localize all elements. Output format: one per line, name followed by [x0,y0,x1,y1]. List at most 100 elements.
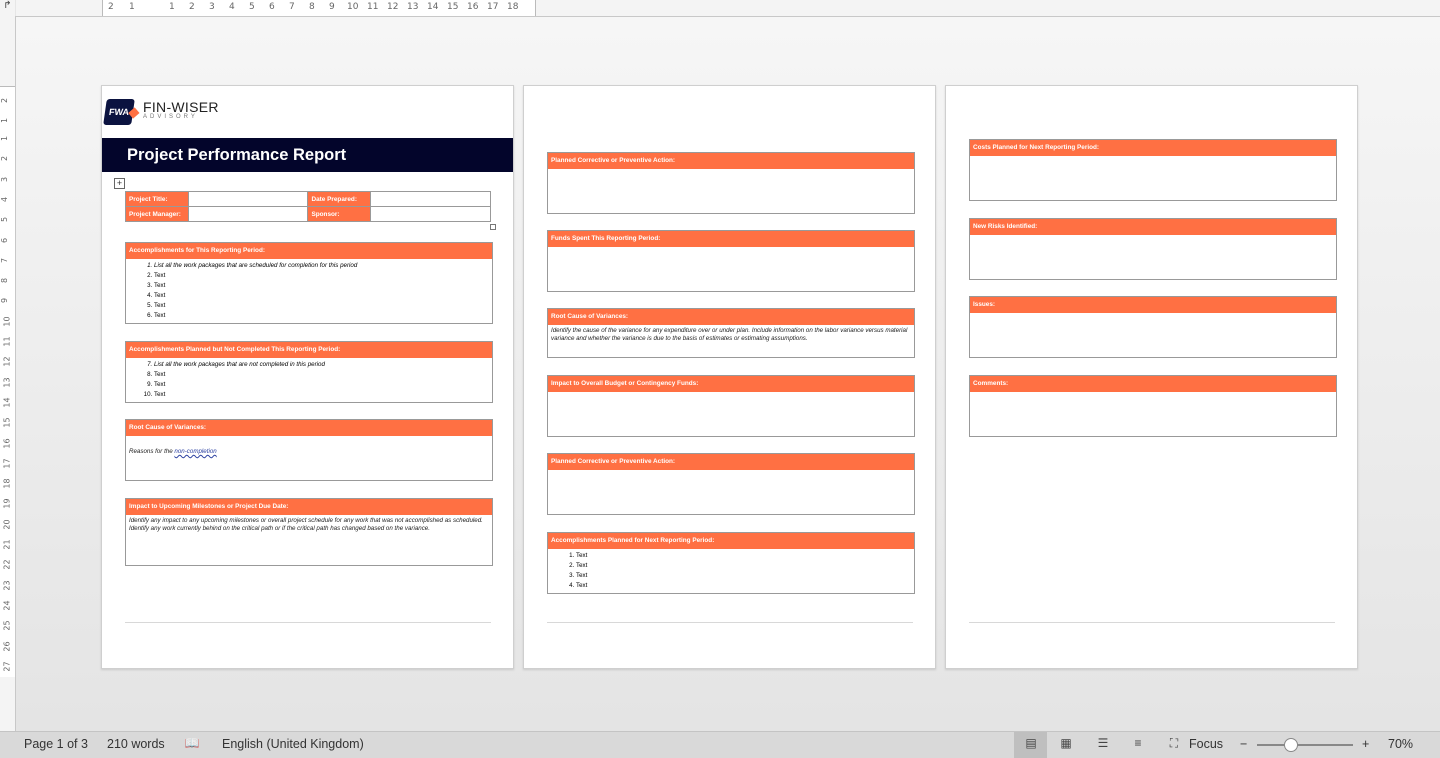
funds-spent-section[interactable]: Funds Spent This Reporting Period: [547,230,915,292]
focus-label[interactable]: Focus [1189,737,1223,751]
zoom-slider-track[interactable] [1257,744,1353,746]
accomplishments-next-period[interactable]: Accomplishments Planned for Next Reporti… [547,532,915,594]
root-cause-section[interactable]: Root Cause of Variances: Reasons for the… [125,419,493,481]
zoom-out-button[interactable]: − [1240,737,1247,751]
ruler-tick: 23 [2,580,12,591]
project-manager-label: Project Manager: [125,206,189,222]
comments-section[interactable]: Comments: [969,375,1337,437]
issues-section[interactable]: Issues: [969,296,1337,358]
web-layout-icon[interactable]: ▦ [1058,736,1074,750]
page-1[interactable]: FWA FIN-WISER ADVISORY Project Performan… [101,85,514,669]
list-item[interactable]: Text [154,380,492,390]
ruler-tick: 9 [0,298,10,304]
print-layout-icon[interactable]: ▤ [1023,736,1039,750]
list-item[interactable]: Text [154,271,492,281]
ruler-tick: 18 [2,478,12,489]
ruler-tick: 16 [467,2,479,12]
list-item[interactable]: Text [154,311,492,321]
corrective-action-section[interactable]: Planned Corrective or Preventive Action: [547,152,915,214]
vertical-ruler[interactable]: 2 1 1 2 3 4 5 6 7 8 9 10 11 12 13 14 15 16 17 18 19 20 21 22 23 2… [0,16,16,731]
section-header: Costs Planned for Next Reporting Period: [970,140,1336,156]
word-count[interactable]: 210 words [107,737,165,751]
ruler-tick: 1 [129,2,135,12]
ruler-tick: 2 [189,2,195,12]
list-item[interactable]: Text [576,551,914,561]
footer-divider [969,622,1335,623]
root-cause-variances-section[interactable]: Root Cause of Variances: Identify the ca… [547,308,915,358]
ruler-tick: 3 [0,176,10,182]
section-header: Accomplishments for This Reporting Perio… [126,243,492,259]
horizontal-ruler[interactable]: 2 1 1 2 3 4 5 6 7 8 9 10 11 12 13 14 15 … [16,0,1440,17]
language-status[interactable]: English (United Kingdom) [222,737,364,751]
ruler-tick: 17 [487,2,499,12]
project-title-cell[interactable] [187,191,309,207]
impact-text: Identify any impact to any upcoming mile… [129,517,483,532]
ruler-tick: 14 [2,397,12,408]
page-3[interactable]: Costs Planned for Next Reporting Period:… [945,85,1358,669]
ruler-tick: 21 [2,539,12,550]
ruler-tick: 19 [2,498,12,509]
impact-budget-section[interactable]: Impact to Overall Budget or Contingency … [547,375,915,437]
ruler-tick: 2 [0,97,10,104]
ruler-tick: 4 [229,2,235,12]
list-item[interactable]: Text [154,281,492,291]
draft-view-icon[interactable]: ≡ [1130,736,1146,750]
ruler-tick: 20 [2,519,12,530]
ruler-tick: 2 [108,2,114,12]
logo-name: FIN-WISER [143,99,219,115]
impact-milestones-section[interactable]: Impact to Upcoming Milestones or Project… [125,498,493,566]
ruler-tick: 1 [0,117,10,124]
list-item[interactable]: Text [576,571,914,581]
project-title-label: Project Title: [125,191,189,207]
proofing-icon[interactable]: 📖 [184,736,200,750]
ruler-tick: 4 [0,196,10,202]
table-move-handle-icon[interactable]: + [114,178,125,189]
zoom-slider-thumb[interactable] [1284,738,1298,752]
ruler-tick: 22 [2,559,12,570]
section-header: Comments: [970,376,1336,392]
accomplishments-this-period[interactable]: Accomplishments for This Reporting Perio… [125,242,493,324]
section-header: Impact to Upcoming Milestones or Project… [126,499,492,515]
accomplishments-not-completed[interactable]: Accomplishments Planned but Not Complete… [125,341,493,403]
costs-next-period-section[interactable]: Costs Planned for Next Reporting Period: [969,139,1337,201]
new-risks-section[interactable]: New Risks Identified: [969,218,1337,280]
project-manager-cell[interactable] [187,206,309,222]
ruler-tick: 6 [269,2,275,12]
list-item[interactable]: Text [576,561,914,571]
focus-icon[interactable]: ⛶ [1166,736,1182,750]
ruler-tick: 13 [2,377,12,388]
non-completion-link[interactable]: non-completion [174,448,216,455]
ruler-tick: 8 [0,278,10,284]
root-cause-text: Reasons for the [129,448,175,455]
ruler-tick: 24 [2,600,12,611]
ruler-tick: 10 [2,316,12,327]
page-2[interactable]: Planned Corrective or Preventive Action:… [523,85,936,669]
ruler-tick: 12 [2,356,12,367]
list-item[interactable]: List all the work packages that are not … [154,360,492,370]
ruler-tick: 8 [309,2,315,12]
section-header: Accomplishments Planned but Not Complete… [126,342,492,358]
ruler-tick: 5 [0,217,10,223]
sponsor-cell[interactable] [370,206,491,222]
list-item[interactable]: List all the work packages that are sche… [154,261,492,271]
list-item[interactable]: Text [154,291,492,301]
date-prepared-cell[interactable] [370,191,491,207]
zoom-level[interactable]: 70% [1388,737,1413,751]
zoom-in-button[interactable]: + [1362,737,1369,751]
status-bar: Page 1 of 3 210 words 📖 English (United … [0,731,1440,758]
list-item[interactable]: Text [154,301,492,311]
ruler-tick: 25 [2,620,12,631]
ruler-tick: 27 [2,661,12,672]
list-item[interactable]: Text [154,390,492,400]
sponsor-label: Sponsor: [307,206,372,222]
outline-view-icon[interactable]: ☰ [1095,736,1111,750]
list-item[interactable]: Text [576,581,914,591]
page-count[interactable]: Page 1 of 3 [24,737,88,751]
root-cause-text: Identify the cause of the variance for a… [551,327,908,342]
section-header: Issues: [970,297,1336,313]
ruler-tick: 17 [2,458,12,469]
corrective-action-section-2[interactable]: Planned Corrective or Preventive Action: [547,453,915,515]
table-resize-handle[interactable] [490,224,496,230]
ruler-tick: 15 [447,2,459,12]
list-item[interactable]: Text [154,370,492,380]
